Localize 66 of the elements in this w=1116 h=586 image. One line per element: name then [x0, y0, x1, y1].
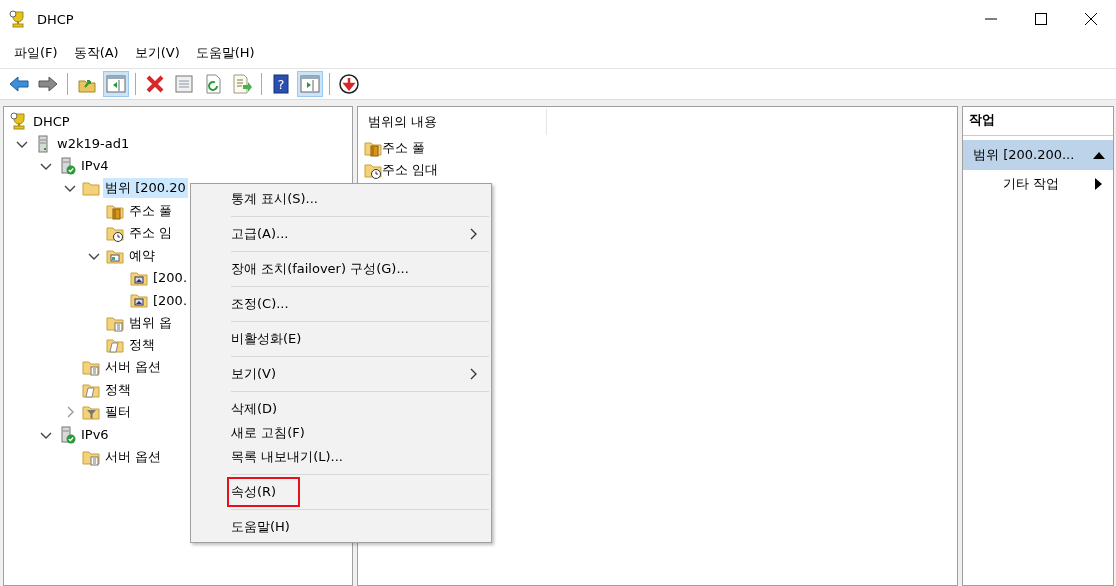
tree-item[interactable]: IPv4: [79, 157, 111, 175]
pane-header: 작업: [963, 107, 1113, 136]
server-check-icon: [58, 156, 76, 175]
tree-item[interactable]: 서버 옵션: [103, 357, 164, 378]
chevron-right-icon[interactable]: [469, 228, 479, 240]
export-list-icon[interactable]: [231, 73, 253, 95]
triangle-right-icon[interactable]: [1095, 178, 1103, 190]
tree-item[interactable]: [200.: [151, 291, 190, 309]
list-item[interactable]: 주소 풀: [382, 139, 426, 157]
tree-item[interactable]: 필터: [103, 402, 133, 423]
folder-clock-icon: [364, 161, 382, 179]
tree-item[interactable]: IPv6: [79, 426, 111, 444]
menu-item[interactable]: 도움말(H): [187, 41, 263, 65]
menu-item[interactable]: 통계 표시(S)...: [231, 190, 318, 208]
tree-item[interactable]: [200.: [151, 269, 190, 287]
folder-card-icon: [130, 291, 148, 310]
forward-arrow-icon[interactable]: [37, 73, 59, 95]
menu-item[interactable]: 속성(R): [229, 479, 299, 505]
tree-item[interactable]: 정책: [103, 379, 133, 400]
tree-item[interactable]: 주소 임: [127, 223, 175, 244]
menu-item[interactable]: 보기(V): [126, 41, 188, 65]
panel-left-icon[interactable]: [105, 73, 127, 95]
tree-item[interactable]: 서버 옵션: [103, 447, 164, 468]
window-title: DHCP: [37, 11, 75, 27]
menu-item[interactable]: 비활성화(E): [231, 330, 302, 348]
delete-icon[interactable]: [144, 73, 166, 95]
server-check-icon: [58, 425, 76, 444]
maximize-icon[interactable]: [1034, 12, 1048, 26]
trophy-icon: [9, 10, 27, 28]
tree-item[interactable]: 정책: [127, 335, 157, 356]
down-arrow-circle-icon[interactable]: [338, 73, 360, 95]
menu-item[interactable]: 파일(F): [6, 41, 66, 65]
folder-book-icon: [364, 139, 382, 157]
panel-right-icon[interactable]: [299, 73, 321, 95]
chevron-right-icon[interactable]: [469, 368, 479, 380]
menu-item[interactable]: 삭제(D): [231, 400, 278, 418]
menu-item[interactable]: 새로 고침(F): [231, 424, 305, 442]
folder-grid-icon: [82, 358, 100, 377]
trophy-icon: [10, 112, 28, 131]
folder-clock-icon: [106, 224, 124, 243]
list-item[interactable]: 주소 임대: [382, 161, 439, 179]
folder-icon: [82, 179, 100, 198]
back-arrow-icon[interactable]: [8, 73, 30, 95]
column-header[interactable]: 범위의 내용: [358, 109, 547, 135]
menu-item[interactable]: 목록 내보내기(L)...: [231, 448, 343, 466]
menu-item[interactable]: 고급(A)...: [231, 225, 289, 243]
tree-item[interactable]: 범위 [200.20: [103, 178, 188, 199]
close-icon[interactable]: [1084, 12, 1098, 26]
action-section[interactable]: 범위 [200.200...: [963, 140, 1113, 170]
tree-item[interactable]: DHCP: [31, 112, 72, 130]
tree-item[interactable]: 범위 옵: [127, 312, 175, 333]
tree-item[interactable]: 예약: [127, 245, 157, 266]
folder-filter-icon: [82, 403, 100, 422]
folder-grid-icon: [82, 448, 100, 467]
menu-item[interactable]: 동작(A): [65, 41, 127, 65]
triangle-up-icon[interactable]: [1093, 151, 1105, 159]
menu-item[interactable]: 도움말(H): [231, 518, 290, 536]
menu-item[interactable]: 보기(V): [231, 365, 277, 383]
menu-item[interactable]: 조정(C)...: [231, 295, 289, 313]
folder-page-icon: [106, 336, 124, 355]
tree-item[interactable]: w2k19-ad1: [55, 135, 132, 153]
help-icon[interactable]: ?: [270, 73, 292, 95]
tree-item[interactable]: 주소 풀: [127, 200, 175, 221]
section-title: 범위 [200.200...: [973, 146, 1075, 164]
action-link[interactable]: 기타 작업: [1003, 175, 1060, 193]
menu-item[interactable]: 장애 조치(failover) 구성(G)...: [231, 260, 409, 278]
